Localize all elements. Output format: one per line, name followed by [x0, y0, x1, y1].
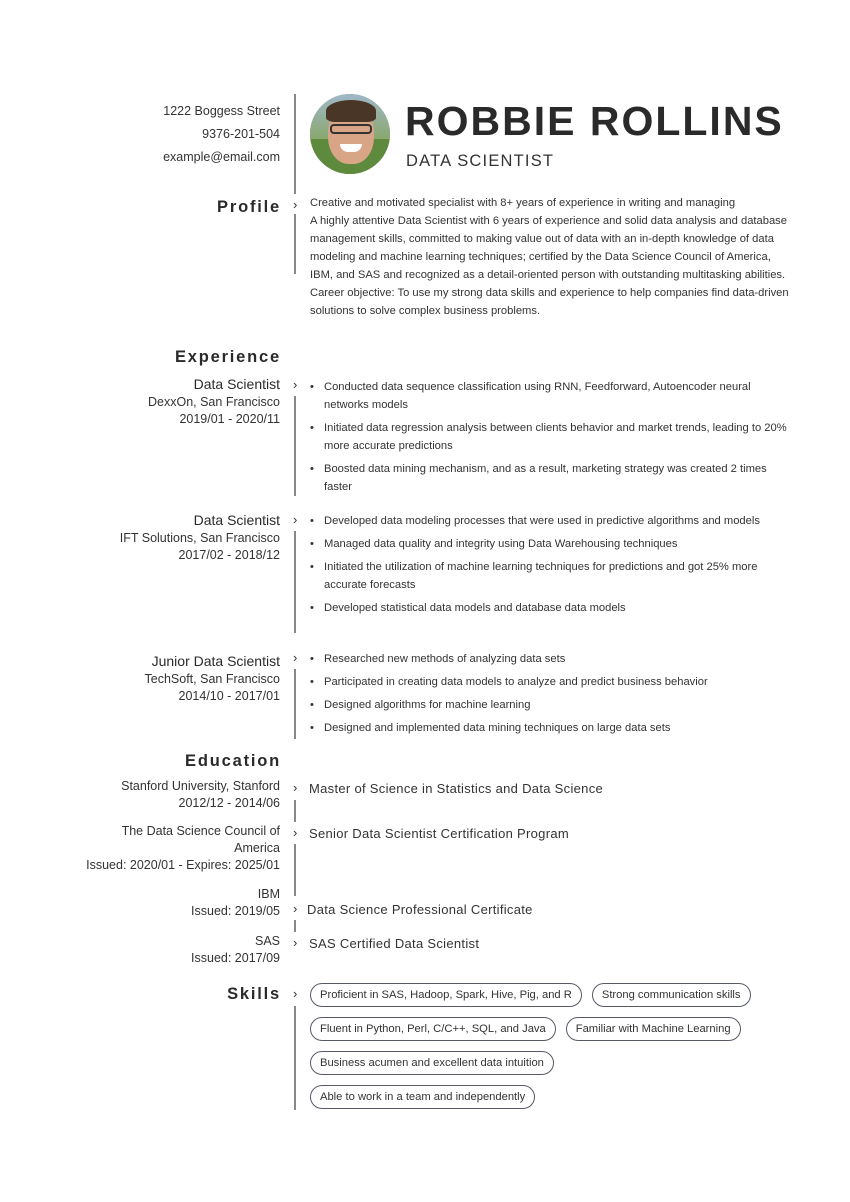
- list-item: Researched new methods of analyzing data…: [310, 650, 790, 668]
- contact-info: 1222 Boggess Street 9376-201-504 example…: [163, 100, 280, 169]
- profile-photo: [310, 94, 390, 174]
- contact-phone: 9376-201-504: [202, 127, 280, 141]
- list-item: Designed and implemented data mining tec…: [310, 719, 790, 737]
- job-title: Junior Data Scientist: [151, 653, 280, 669]
- section-title-profile: Profile: [215, 198, 281, 220]
- list-item: Developed statistical data models and da…: [310, 599, 790, 617]
- chevron-right-icon: ›: [293, 901, 298, 916]
- profile-paragraph: Career objective: To use my strong data …: [310, 287, 789, 317]
- job-info: Data Scientist DexxOn, San Francisco 201…: [148, 375, 280, 428]
- education-institution: SAS: [254, 934, 280, 948]
- divider-line: [294, 920, 296, 932]
- education-dates: Issued: 2020/01 - Expires: 2025/01: [86, 858, 280, 872]
- job-bullets: Researched new methods of analyzing data…: [310, 650, 790, 742]
- contact-email[interactable]: example@email.com: [163, 146, 280, 169]
- education-dates: Issued: 2019/05: [191, 904, 280, 918]
- education-degree: Data Science Professional Certificate: [307, 902, 533, 917]
- profile-text: Creative and motivated specialist with 8…: [310, 194, 795, 320]
- chevron-right-icon: ›: [293, 197, 298, 212]
- divider-line: [294, 94, 296, 194]
- list-item: Participated in creating data models to …: [310, 673, 790, 691]
- skill-pill: Business acumen and excellent data intui…: [310, 1051, 554, 1075]
- job-info: Junior Data Scientist TechSoft, San Fran…: [145, 652, 280, 705]
- education-institution: America: [234, 841, 280, 855]
- education-info: SAS Issued: 2017/09: [191, 933, 280, 967]
- list-item: Managed data quality and integrity using…: [310, 535, 790, 553]
- job-dates: 2014/10 - 2017/01: [178, 689, 280, 703]
- section-title-experience: Experience: [172, 348, 282, 370]
- job-info: Data Scientist IFT Solutions, San Franci…: [120, 511, 280, 564]
- divider-line: [294, 396, 296, 496]
- education-institution: IBM: [257, 887, 280, 901]
- skill-pill: Fluent in Python, Perl, C/C++, SQL, and …: [310, 1017, 556, 1041]
- divider-line: [294, 669, 296, 739]
- section-title-skills: Skills: [225, 985, 281, 1007]
- divider-line: [294, 1006, 296, 1110]
- job-bullets: Conducted data sequence classification u…: [310, 378, 790, 501]
- profile-paragraph: Creative and motivated specialist with 8…: [310, 197, 736, 209]
- chevron-right-icon: ›: [293, 512, 298, 527]
- divider-line: [294, 800, 296, 822]
- profile-paragraph: A highly attentive Data Scientist with 6…: [310, 215, 788, 281]
- list-item: Developed data modeling processes that w…: [310, 512, 790, 530]
- contact-address: 1222 Boggess Street: [163, 104, 280, 118]
- divider-line: [294, 844, 296, 896]
- list-item: Designed algorithms for machine learning: [310, 696, 790, 714]
- candidate-title: DATA SCIENTIST: [406, 152, 555, 170]
- education-dates: Issued: 2017/09: [191, 951, 280, 965]
- job-bullets: Developed data modeling processes that w…: [310, 512, 790, 622]
- job-company: IFT Solutions, San Francisco: [119, 531, 280, 545]
- job-company: TechSoft, San Francisco: [144, 672, 280, 686]
- education-info: Stanford University, Stanford 2012/12 - …: [121, 778, 280, 812]
- job-title: Data Scientist: [193, 376, 280, 392]
- skill-pill: Strong communication skills: [591, 983, 751, 1007]
- list-item: Initiated the utilization of machine lea…: [310, 558, 790, 594]
- education-institution: Stanford University, Stanford: [121, 779, 280, 793]
- job-dates: 2017/02 - 2018/12: [178, 548, 280, 562]
- education-degree: Master of Science in Statistics and Data…: [309, 781, 604, 796]
- education-degree: Senior Data Scientist Certification Prog…: [309, 826, 570, 841]
- chevron-right-icon: ›: [293, 780, 298, 795]
- job-dates: 2019/01 - 2020/11: [179, 412, 280, 426]
- education-institution: The Data Science Council of: [121, 824, 280, 838]
- candidate-name: ROBBIE ROLLINS: [405, 98, 784, 144]
- skill-pill: Proficient in SAS, Hadoop, Spark, Hive, …: [310, 983, 582, 1007]
- education-info: The Data Science Council of America Issu…: [86, 823, 280, 874]
- chevron-right-icon: ›: [293, 377, 298, 392]
- divider-line: [294, 531, 296, 633]
- skill-pill: Able to work in a team and independently: [310, 1085, 536, 1109]
- list-item: Conducted data sequence classification u…: [310, 378, 790, 414]
- chevron-right-icon: ›: [293, 825, 298, 840]
- skill-pill: Familiar with Machine Learning: [565, 1017, 741, 1041]
- education-info: IBM Issued: 2019/05: [191, 886, 280, 920]
- list-item: Boosted data mining mechanism, and as a …: [310, 460, 790, 496]
- education-degree: SAS Certified Data Scientist: [309, 936, 480, 951]
- education-dates: 2012/12 - 2014/06: [178, 796, 280, 810]
- list-item: Initiated data regression analysis betwe…: [310, 419, 790, 455]
- chevron-right-icon: ›: [293, 935, 298, 950]
- chevron-right-icon: ›: [293, 650, 298, 665]
- job-company: DexxOn, San Francisco: [148, 395, 280, 409]
- section-title-education: Education: [183, 752, 281, 774]
- skills-list: Proficient in SAS, Hadoop, Spark, Hive, …: [310, 983, 800, 1119]
- chevron-right-icon: ›: [293, 986, 298, 1001]
- divider-line: [294, 214, 296, 274]
- job-title: Data Scientist: [193, 512, 280, 528]
